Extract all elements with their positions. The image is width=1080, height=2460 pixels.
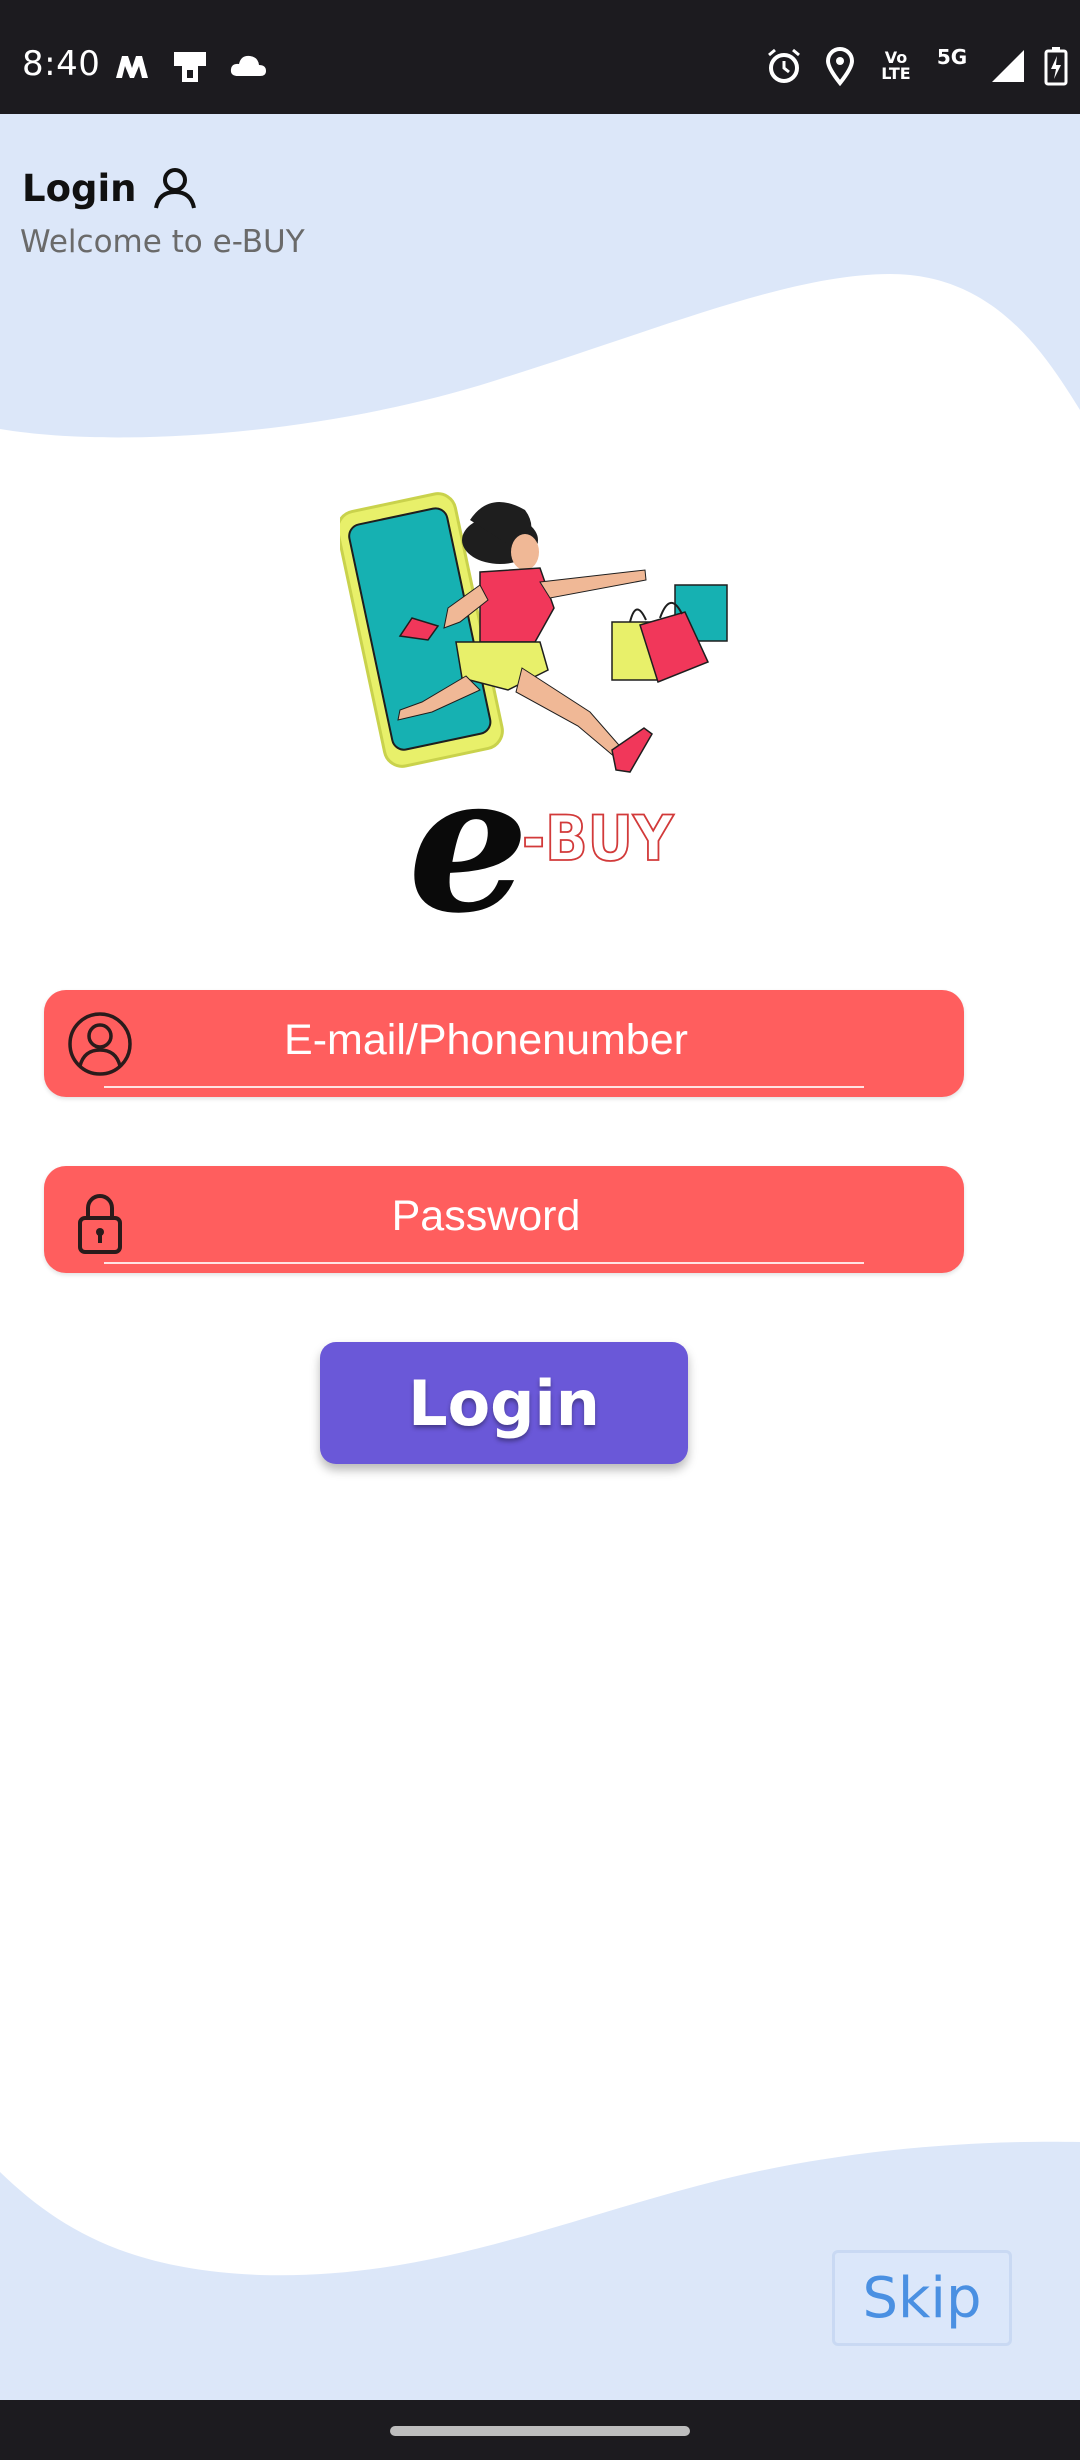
location-icon xyxy=(820,46,860,87)
m-app-icon xyxy=(112,46,152,86)
email-underline xyxy=(104,1086,864,1088)
password-underline xyxy=(104,1262,864,1264)
password-field[interactable] xyxy=(44,1166,964,1273)
volte-icon: Vo LTE xyxy=(876,46,916,86)
network-label: 5G xyxy=(936,45,968,69)
5g-icon: 5G xyxy=(932,46,972,86)
volte-bottom-label: LTE xyxy=(881,64,911,83)
user-icon xyxy=(151,164,199,212)
status-right-icons: Vo LTE 5G xyxy=(764,46,1068,87)
ebuy-logo: e -BUY xyxy=(340,492,728,930)
navigation-bar xyxy=(0,2400,1080,2460)
status-bar: 8:40 Vo LTE 5G xyxy=(0,0,1080,114)
skip-button[interactable]: Skip xyxy=(832,2250,1012,2346)
page-title: Login xyxy=(22,166,137,210)
logo-letter: e xyxy=(408,732,529,930)
status-left-icons xyxy=(112,46,268,86)
page-subtitle: Welcome to e-BUY xyxy=(20,224,305,260)
header-title: Login xyxy=(22,164,199,212)
status-time: 8:40 xyxy=(22,44,101,84)
alarm-icon xyxy=(764,46,804,86)
home-gesture-handle[interactable] xyxy=(390,2426,690,2436)
battery-charging-icon xyxy=(1044,46,1068,86)
logo-wordmark: -BUY xyxy=(522,802,674,875)
cloud-icon xyxy=(228,46,268,86)
signal-icon xyxy=(988,46,1028,86)
password-input[interactable] xyxy=(104,1180,868,1252)
device-icon xyxy=(170,46,210,86)
login-button[interactable]: Login xyxy=(320,1342,688,1464)
email-input[interactable] xyxy=(104,1004,868,1076)
email-field[interactable] xyxy=(44,990,964,1097)
shopping-bags-illustration xyxy=(611,584,728,683)
